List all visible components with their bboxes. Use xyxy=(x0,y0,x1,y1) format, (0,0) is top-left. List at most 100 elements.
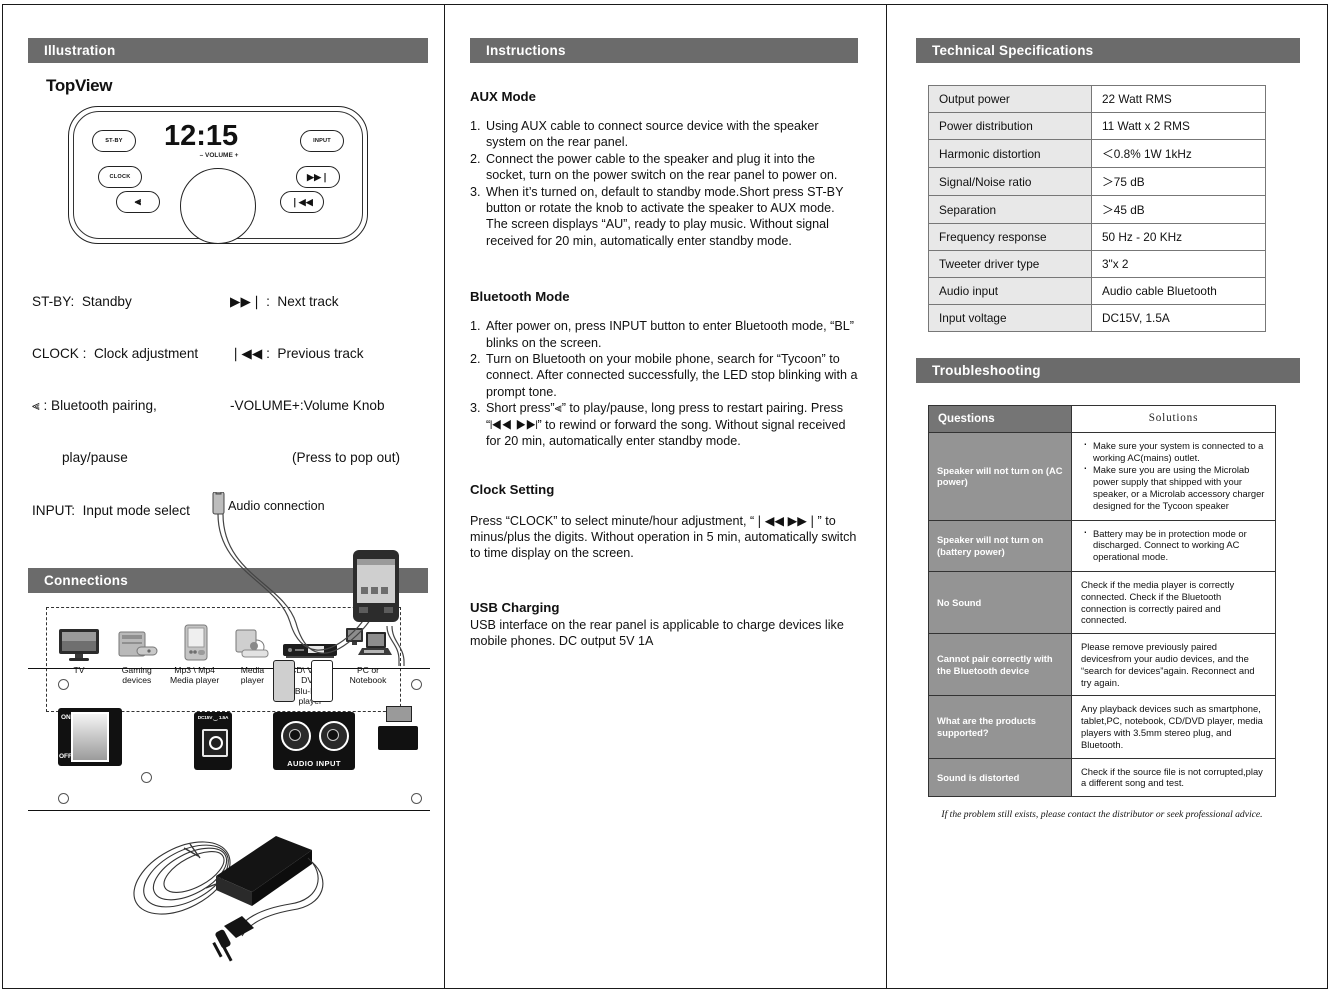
legend-item: play/pause xyxy=(62,450,128,466)
power-adapter-illustration xyxy=(133,836,324,962)
clock-setting-heading: Clock Setting xyxy=(470,481,555,497)
question-cell: What are the products supported? xyxy=(928,695,1072,759)
dc-jack-label: DC15V ⏝ 1.5A xyxy=(197,716,229,721)
list-text: Connect the power cable to the speaker a… xyxy=(486,151,838,183)
section-header-instructions: Instructions xyxy=(470,38,858,63)
table-row: Signal/Noise ratio ＞75 dB xyxy=(928,167,1266,196)
list-number: 1. xyxy=(470,119,481,133)
legend-item: ⫷ : Bluetooth pairing, xyxy=(32,398,157,414)
table-row: Cannot pair correctly with the Bluetooth… xyxy=(928,633,1276,697)
column-specs: Technical Specifications Output power 22… xyxy=(886,0,1330,820)
table-row: Power distribution 11 Watt x 2 RMS xyxy=(928,112,1266,140)
legend-item: ▶▶❘ : Next track xyxy=(230,293,339,309)
table-row: Audio input Audio cable Bluetooth xyxy=(928,277,1266,305)
list-text: Turn on Bluetooth on your mobile phone, … xyxy=(486,352,858,399)
spec-value: ＜0.8% 1W 1kHz xyxy=(1091,139,1266,168)
list-item: 3. When it’s turned on, default to stand… xyxy=(470,184,858,250)
table-row: Input voltage DC15V, 1.5A xyxy=(928,304,1266,332)
rear-panel-bottom-edge xyxy=(28,810,430,811)
clock-setting-body: Press “CLOCK” to select minute/hour adju… xyxy=(470,513,857,561)
manual-page: Illustration TopView 12:15 ST-BY INPUT C… xyxy=(0,0,1330,993)
solution-cell: Please remove previously paired devicesf… xyxy=(1071,633,1276,697)
spec-value: 22 Watt RMS xyxy=(1091,85,1266,113)
solution-cell: Check if the source file is not corrupte… xyxy=(1071,757,1276,798)
audio-plug-left xyxy=(273,660,295,702)
spec-value: Audio cable Bluetooth xyxy=(1091,277,1266,305)
table-row: What are the products supported? Any pla… xyxy=(928,695,1276,759)
question-cell: No Sound xyxy=(928,570,1072,635)
legend-item: (Press to pop out) xyxy=(292,450,401,466)
list-text: After power on, press INPUT button to en… xyxy=(486,319,854,350)
tech-specs-table: Output power 22 Watt RMS Power distribut… xyxy=(928,85,1266,332)
table-row: Speaker will not turn on (battery power)… xyxy=(928,519,1276,572)
spec-key: Power distribution xyxy=(928,112,1092,140)
question-cell: Sound is distorted xyxy=(928,757,1072,798)
table-row: Frequency response 50 Hz - 20 KHz xyxy=(928,223,1266,251)
spec-key: Signal/Noise ratio xyxy=(928,167,1092,196)
solution-bullet: Make sure you are using the Microlab pow… xyxy=(1083,462,1266,511)
list-item: 1. After power on, press INPUT button to… xyxy=(470,318,858,351)
legend-item: CLOCK : Clock adjustment xyxy=(32,346,199,362)
list-item: 1. Using AUX cable to connect source dev… xyxy=(470,118,858,151)
table-row: Harmonic distortion ＜0.8% 1W 1kHz xyxy=(928,139,1266,168)
clock-button[interactable]: CLOCK xyxy=(98,166,142,188)
spec-key: Separation xyxy=(928,195,1092,224)
screw-icon xyxy=(58,793,69,804)
section-header-illustration: Illustration xyxy=(28,38,428,63)
table-header-row: Questions Solutions xyxy=(928,405,1276,433)
screw-icon xyxy=(411,793,422,804)
volume-knob[interactable] xyxy=(180,168,256,244)
screw-icon xyxy=(58,679,69,690)
list-item: 2. Connect the power cable to the speake… xyxy=(470,151,858,184)
solution-bullet: Battery may be in protection mode or dis… xyxy=(1083,526,1266,563)
solution-bullet: Make sure your system is connected to a … xyxy=(1083,438,1266,464)
spec-key: Output power xyxy=(928,85,1092,113)
switch-on-label: ON xyxy=(61,714,71,721)
previous-track-button[interactable]: ❘◀◀ xyxy=(280,191,324,213)
troubleshooting-footnote: If the problem still exists, please cont… xyxy=(941,809,1263,821)
jack-labels: AUDIO INPUT xyxy=(287,759,341,768)
list-item: 3. Short press”⫷” to play/pause, long pr… xyxy=(470,400,858,449)
bluetooth-mode-list: 1. After power on, press INPUT button to… xyxy=(470,318,858,449)
stby-button[interactable]: ST-BY xyxy=(92,130,136,152)
spec-key: Frequency response xyxy=(928,223,1092,251)
legend-item: ❘◀◀ : Previous track xyxy=(230,346,364,362)
smartphone-icon xyxy=(353,550,399,622)
table-row: No Sound Check if the media player is co… xyxy=(928,570,1276,635)
spec-key: Tweeter driver type xyxy=(928,250,1092,278)
device-top-view-diagram: 12:15 ST-BY INPUT CLOCK ▶▶❘ ⫷ ❘◀◀ – VOLU… xyxy=(68,106,368,244)
question-cell: Cannot pair correctly with the Bluetooth… xyxy=(928,633,1072,697)
list-text: Using AUX cable to connect source device… xyxy=(486,119,819,150)
section-header-troubleshooting: Troubleshooting xyxy=(916,358,1300,383)
solutions-header: Solutions xyxy=(1071,405,1276,433)
spec-key: Input voltage xyxy=(928,304,1092,332)
question-cell: Speaker will not turn on (AC power) xyxy=(928,431,1072,521)
table-row: Speaker will not turn on (AC power) Make… xyxy=(928,431,1276,521)
rear-panel-top-edge xyxy=(28,668,430,669)
usb-cable xyxy=(386,626,405,666)
ac-plug-icon xyxy=(212,916,254,962)
bluetooth-mode-heading: Bluetooth Mode xyxy=(470,289,570,305)
spec-key: Audio input xyxy=(928,277,1092,305)
power-switch[interactable]: ON OFF xyxy=(58,708,122,766)
aux-mode-heading: AUX Mode xyxy=(470,89,536,104)
input-jack-icon[interactable] xyxy=(319,721,349,751)
top-view-label: TopView xyxy=(46,76,113,95)
column-illustration: Illustration TopView 12:15 ST-BY INPUT C… xyxy=(0,0,444,962)
switch-off-label: OFF xyxy=(59,753,72,760)
spec-key: Harmonic distortion xyxy=(928,139,1092,168)
clock-display: 12:15 xyxy=(164,120,239,152)
bluetooth-button[interactable]: ⫷ xyxy=(116,191,160,213)
next-track-button[interactable]: ▶▶❘ xyxy=(296,166,340,188)
questions-header: Questions xyxy=(928,405,1072,433)
audio-jack-icon[interactable] xyxy=(281,721,311,751)
column-instructions: Instructions AUX Mode 1. Using AUX cable… xyxy=(444,0,886,650)
list-number: 3. xyxy=(470,184,481,199)
input-button[interactable]: INPUT xyxy=(300,130,344,152)
section-header-tech-specs: Technical Specifications xyxy=(916,38,1300,63)
spec-value: 3"x 2 xyxy=(1091,250,1266,278)
aux-mode-list: 1. Using AUX cable to connect source dev… xyxy=(470,118,858,249)
usb-charging-body: USB interface on the rear panel is appli… xyxy=(470,617,844,649)
solution-cell: Check if the media player is correctly c… xyxy=(1071,570,1276,635)
spec-value: 50 Hz - 20 KHz xyxy=(1091,223,1266,251)
